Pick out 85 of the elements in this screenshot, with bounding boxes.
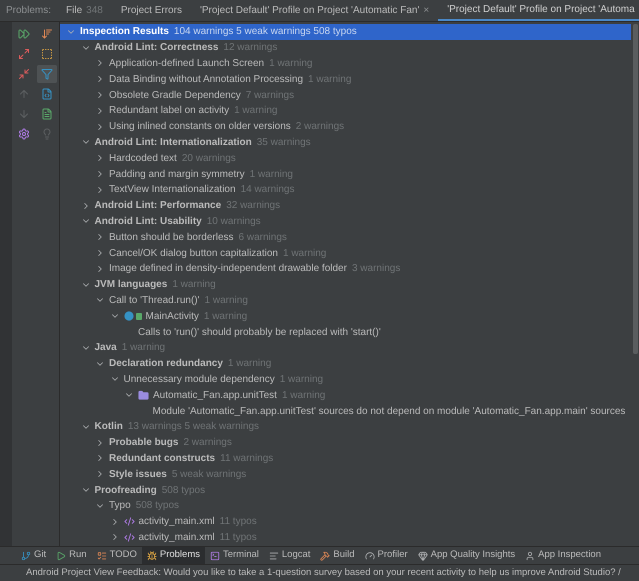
hammer-icon <box>320 550 330 560</box>
tool-window-button[interactable]: Run <box>51 547 92 564</box>
up-arrow-icon <box>18 88 30 100</box>
rerun-icon <box>18 28 30 40</box>
tab-label: 'Project Default' Profile on Project 'Automa <box>447 3 635 17</box>
tool-window-button[interactable]: Git <box>16 547 52 564</box>
gauge-icon <box>364 550 375 560</box>
item-label: Android Lint: Internationalization <box>94 136 252 150</box>
down-arrow-icon <box>18 108 30 120</box>
tool-window-button[interactable]: App Quality Insights <box>412 547 520 564</box>
folder-icon <box>138 390 149 401</box>
tab-label: Project Errors <box>120 4 182 18</box>
item-label: Unnecessary module dependency <box>124 372 275 387</box>
tab-label: 'Project Default' Profile on Project 'Automatic Fan' <box>200 4 420 18</box>
lightbulb-icon <box>40 128 52 140</box>
tab-label: File <box>66 4 82 18</box>
tool-window-button[interactable]: Problems <box>142 547 205 564</box>
tool-window-button[interactable]: App Inspection <box>520 547 606 564</box>
item-label: Probable bugs <box>109 436 178 450</box>
tool-window-button[interactable]: Logcat <box>264 547 316 564</box>
item-label: Cancel/OK dialog button capitalization <box>109 246 278 261</box>
item-count: 104 warnings 5 weak warnings 508 typos <box>174 25 357 40</box>
tab[interactable]: 'Project Default' Profile on Project 'Automa <box>438 0 639 21</box>
item-label: Call to 'Thread.run()' <box>109 294 200 308</box>
log-lines-icon <box>268 550 279 560</box>
code-icon <box>124 516 134 528</box>
tool-window-button[interactable]: Terminal <box>204 547 264 564</box>
item-label: activity_main.xml <box>138 530 215 545</box>
collapse-icon <box>18 68 30 80</box>
item-label: Java <box>94 341 117 356</box>
branch-icon <box>21 550 31 560</box>
tool-window-button[interactable]: Profiler <box>360 547 413 564</box>
terminal-icon <box>210 550 220 560</box>
tab[interactable]: Project Errors <box>112 0 191 21</box>
lock-icon <box>136 312 142 320</box>
play-icon <box>56 550 66 560</box>
item-label: Typo <box>109 499 131 514</box>
item-label: Android Lint: Performance <box>94 199 222 214</box>
item-label: Hardcoded text <box>109 152 177 166</box>
tree-item[interactable]: Inspection Results 104 warnings 5 weak warnings 508 typos <box>60 24 631 40</box>
filter-icon <box>40 68 52 80</box>
item-label: Application-defined Launch Screen <box>109 56 264 71</box>
gem-icon <box>418 550 428 560</box>
item-label: activity_main.xml <box>138 515 215 530</box>
code-icon <box>124 532 134 543</box>
close-button[interactable]: × <box>423 3 430 18</box>
problem-message[interactable]: Calls to 'run()' should probably be replaced with 'start()' <box>60 324 631 340</box>
panel-title: Problems: <box>5 4 52 18</box>
item-label: MainActivity <box>146 310 199 324</box>
code-file-icon <box>40 88 52 100</box>
item-label: Image defined in density-independent drawable folder <box>109 262 347 276</box>
item-label: Padding and margin symmetry <box>109 168 245 182</box>
item-label: Android Lint: Correctness <box>94 41 218 56</box>
item-label: Using inlined constants on older versions <box>109 120 291 134</box>
tool-window-button[interactable]: TODO <box>92 547 142 564</box>
item-label: TextView Internationalization <box>109 183 236 198</box>
problem-message[interactable]: Module 'Automatic_Fan.app.unitTest' sources do not depend on module 'Automatic_Fan.app.main' sources <box>60 403 631 419</box>
tab[interactable]: 'Project Default' Profile on Project 'Automatic Fan' × <box>190 0 438 21</box>
bug-icon <box>146 550 157 560</box>
item-label: Calls to 'run()' should probably be replaced with 'start()' <box>138 326 381 340</box>
list-icon <box>96 550 107 560</box>
item-label: Module 'Automatic_Fan.app.unitTest' sources do not depend on module 'Automatic_Fan.app.main' sources <box>152 404 626 419</box>
class-icon <box>124 311 134 322</box>
document-icon <box>40 108 52 120</box>
item-label: Button should be borderless <box>109 230 234 245</box>
item-label: Declaration redundancy <box>109 357 223 372</box>
item-label: Android Lint: Usability <box>94 214 202 229</box>
item-label: JVM languages <box>94 278 168 292</box>
person-icon <box>525 550 536 560</box>
item-label: Proofreading <box>94 484 157 498</box>
item-label: Redundant constructs <box>109 452 216 466</box>
item-label: Kotlin <box>94 420 123 434</box>
sort-icon <box>40 28 52 40</box>
item-label: Obsolete Gradle Dependency <box>109 88 241 103</box>
frame-icon <box>40 48 52 60</box>
item-label: Style issues <box>109 468 167 482</box>
filter-button[interactable] <box>36 65 56 83</box>
status-message: Android Project View Feedback: Would you like to take a 1-question survey based on your recent activity to help us improve Android Studio? / <box>26 566 621 580</box>
item-label: Inspection Results <box>80 25 169 40</box>
item-label: Automatic_Fan.app.unitTest <box>153 388 277 403</box>
expand-icon <box>18 48 30 60</box>
item-label: Redundant label on activity <box>109 104 230 118</box>
tool-window-button[interactable]: Build <box>315 547 360 564</box>
settings-icon <box>18 128 30 140</box>
item-label: Data Binding without Annotation Processing <box>109 72 304 87</box>
